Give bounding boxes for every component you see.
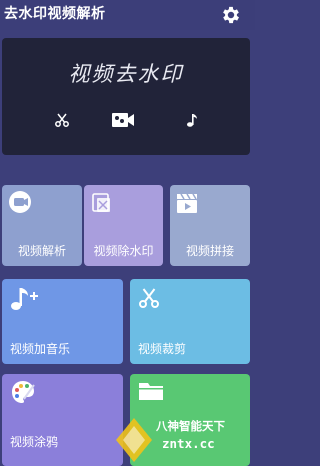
tile-label: 视频裁剪 bbox=[138, 342, 187, 356]
tile-label: 视频涂鸦 bbox=[10, 435, 59, 449]
watermark-overlay: 八神智能天下 zntx.cc bbox=[112, 412, 255, 466]
tile-video-crop[interactable]: 视频裁剪 bbox=[130, 279, 250, 364]
video-camera-icon bbox=[111, 111, 135, 133]
watermark-logo-icon bbox=[116, 418, 152, 462]
tile-video-parse[interactable]: 视频解析 bbox=[2, 185, 82, 266]
add-music-icon bbox=[9, 284, 41, 316]
tile-label: 视频除水印 bbox=[93, 244, 154, 258]
tile-label: 视频解析 bbox=[17, 244, 66, 258]
video-parse-icon bbox=[8, 190, 34, 218]
folder-icon bbox=[138, 380, 164, 406]
scissors-icon bbox=[54, 112, 70, 132]
scissors-icon bbox=[138, 287, 160, 313]
tile-label: 视频加音乐 bbox=[10, 342, 71, 356]
watermark-url: zntx.cc bbox=[162, 436, 215, 451]
watermark-text: 八神智能天下 bbox=[156, 419, 225, 433]
app-title: 去水印视频解析 bbox=[4, 6, 106, 22]
top-bar: 去水印视频解析 bbox=[0, 0, 255, 30]
palette-icon bbox=[10, 379, 36, 409]
tile-video-join[interactable]: 视频拼接 bbox=[170, 185, 250, 266]
music-note-icon bbox=[185, 112, 199, 132]
settings-gear-icon[interactable] bbox=[220, 4, 242, 26]
tile-remove-watermark[interactable]: 视频除水印 bbox=[84, 185, 163, 266]
tile-add-music[interactable]: 视频加音乐 bbox=[2, 279, 123, 364]
banner-title: 视频去水印 bbox=[68, 62, 184, 86]
tile-video-doodle[interactable]: 视频涂鸦 bbox=[2, 374, 123, 466]
clapperboard-icon bbox=[175, 192, 199, 218]
remove-watermark-icon bbox=[91, 192, 113, 218]
tile-label: 视频拼接 bbox=[185, 244, 234, 258]
banner: 视频去水印 bbox=[2, 38, 250, 155]
